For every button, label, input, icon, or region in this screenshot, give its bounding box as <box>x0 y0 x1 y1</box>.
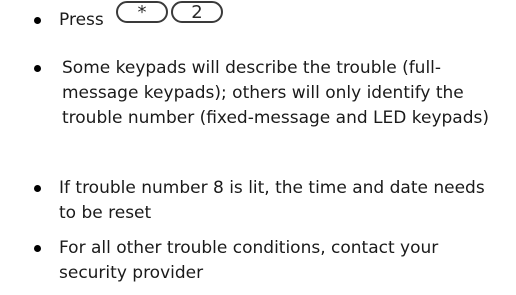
bullet-dot <box>34 65 41 72</box>
list-item: For all other trouble conditions, contac… <box>0 232 516 287</box>
item-text: Some keypads will describe the trouble (… <box>62 58 489 128</box>
bullet-dot <box>34 185 41 192</box>
two-key-icon: 2 <box>171 1 223 23</box>
list-item: Press * 2 <box>0 0 516 40</box>
star-key-icon: * <box>116 1 168 23</box>
item-text: If trouble number 8 is lit, the time and… <box>59 178 485 223</box>
key-sequence: * 2 <box>116 1 223 27</box>
bullet-dot <box>34 17 41 24</box>
list-item: If trouble number 8 is lit, the time and… <box>0 172 516 223</box>
item-text: For all other trouble conditions, contac… <box>59 238 439 283</box>
bullet-dot <box>34 245 41 252</box>
list-item: Some keypads will describe the trouble (… <box>0 52 516 142</box>
